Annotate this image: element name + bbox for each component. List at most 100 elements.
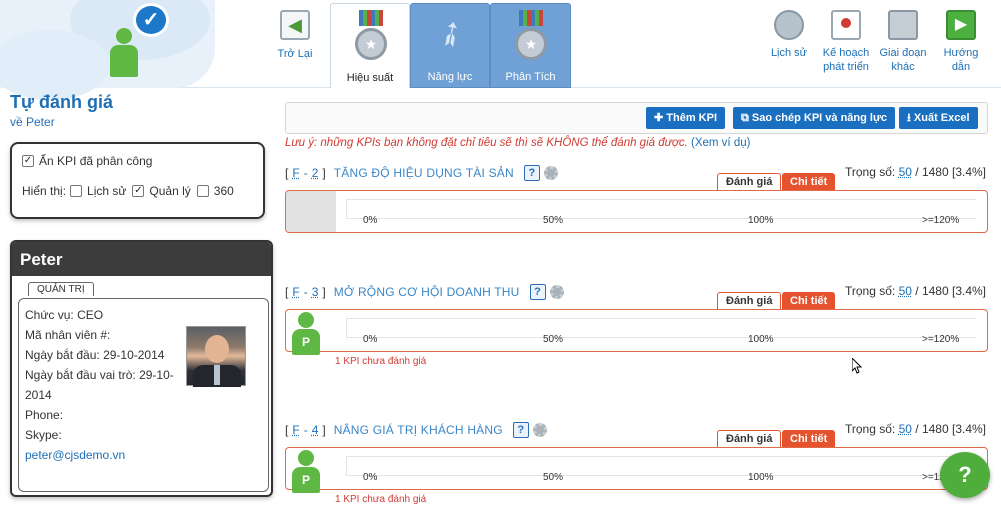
development-plan-button[interactable]: Kế hoạch phát triển (818, 10, 874, 74)
progress-scale (346, 456, 976, 476)
example-link[interactable]: (Xem ví dụ) (691, 137, 750, 149)
copy-kpi-button[interactable]: ⧉ Sao chép KPI và năng lực (733, 107, 896, 129)
history-label: Lịch sử (770, 47, 808, 59)
kpi-note: Lưu ý: những KPIs bạn không đặt chỉ tiêu… (285, 137, 750, 149)
tick-label: >=120% (922, 215, 960, 226)
guide-label: Hướng dẫn (943, 47, 979, 73)
kpi-name[interactable]: MỞ RỘNG CƠ HỘI DOANH THU (334, 285, 520, 299)
medal-icon: ★ (515, 10, 547, 60)
phone-label: Phone: (25, 408, 64, 422)
360-checkbox[interactable] (196, 185, 209, 197)
start-date-label: Ngày bắt đầu: (25, 348, 100, 362)
export-excel-button[interactable]: ⭳ Xuất Excel (899, 107, 978, 129)
kpi-progress-box: 0% 50% 100% >=120% (285, 190, 988, 233)
logo-cloud: ✓ (0, 0, 215, 100)
help-icon[interactable]: ? (529, 284, 546, 300)
360-option[interactable]: 360 (196, 184, 234, 198)
kpi-code-prefix: F (292, 285, 300, 299)
kpi-name[interactable]: NÂNG GIÁ TRỊ KHÁCH HÀNG (334, 423, 503, 437)
weight-value[interactable]: 50 (899, 422, 912, 436)
tick-label: 0% (363, 215, 378, 226)
note-text: Lưu ý: những KPIs bạn không đặt chỉ tiêu… (285, 137, 688, 149)
tab-detail[interactable]: Chi tiết (782, 292, 836, 310)
kpi-weight: Trọng số: 50 / 1480 [3.4%] (845, 284, 986, 298)
tab-capability[interactable]: ➶ Năng lực (410, 3, 490, 88)
kpi-weight: Trọng số: 50 / 1480 [3.4%] (845, 165, 986, 179)
medal-icon: ★ (355, 10, 387, 60)
help-chat-button[interactable]: ? (940, 452, 990, 498)
kpi-progress-box: P 0% 50% 100% >=120% (285, 309, 988, 355)
tab-detail[interactable]: Chi tiết (782, 173, 836, 191)
kpi-code[interactable]: [F -3] (285, 285, 326, 299)
tab-analysis-label: Phân Tích (505, 71, 556, 83)
export-excel-label: Xuất Excel (913, 112, 970, 124)
filter-box: ✓ Ẩn KPI đã phân công Hiển thị: Lịch sử … (10, 142, 265, 219)
display-options-row: Hiển thị: Lịch sử ✓ Quản lý 360 (22, 184, 253, 198)
manager-checkbox[interactable]: ✓ (132, 185, 145, 197)
help-icon[interactable]: ? (523, 165, 540, 181)
hide-assigned-kpi-row[interactable]: ✓ Ẩn KPI đã phân công (22, 154, 253, 168)
plan-icon (831, 10, 861, 40)
tab-detail[interactable]: Chi tiết (782, 430, 836, 448)
history-checkbox[interactable] (70, 185, 83, 197)
profile-name: Peter (12, 242, 271, 276)
pending-evaluation-text: 1 KPI chưa đánh giá (335, 494, 427, 505)
profile-details: Chức vụ: CEO Mã nhân viên #: Ngày bắt đầ… (18, 298, 269, 492)
checkmark-icon: ✓ (133, 3, 169, 37)
tab-evaluate[interactable]: Đánh giá (717, 292, 782, 310)
gear-icon[interactable] (543, 166, 558, 180)
history-button[interactable]: Lịch sử (761, 10, 817, 60)
page-subtitle: về Peter (10, 115, 55, 129)
other-period-label: Giai đoạn khác (879, 47, 927, 73)
tick-label: 100% (748, 215, 774, 226)
gear-icon[interactable] (532, 423, 547, 437)
hide-assigned-kpi-checkbox[interactable]: ✓ (22, 155, 34, 167)
cabinet-icon (888, 10, 918, 40)
self-avatar-icon[interactable]: P (290, 450, 322, 493)
kpi-code-number: 3 (311, 285, 319, 299)
email-link[interactable]: peter@cjsdemo.vn (25, 448, 125, 462)
weight-label: Trọng số: (844, 165, 896, 179)
self-avatar-icon[interactable]: P (290, 312, 322, 355)
help-icon[interactable]: ? (512, 422, 529, 438)
kpi-code-number: 4 (311, 423, 319, 437)
kpi-code-prefix: F (292, 423, 300, 437)
360-option-label: 360 (213, 184, 234, 198)
profile-tab-admin[interactable]: QUẢN TRỊ (28, 282, 94, 296)
add-kpi-button[interactable]: ✚ Thêm KPI (646, 107, 726, 129)
tick-label: 50% (543, 215, 564, 226)
play-icon: ▶ (946, 10, 976, 40)
back-arrow-icon: ◀ (280, 10, 310, 40)
kpi-code[interactable]: [F -4] (285, 423, 326, 437)
phone-row: Phone: (25, 405, 262, 425)
gear-icon[interactable] (549, 285, 564, 299)
cloud-shape (0, 30, 110, 100)
position-value: CEO (77, 308, 104, 322)
weight-label: Trọng số: (844, 284, 896, 298)
manager-option-label: Quản lý (149, 184, 191, 198)
tab-evaluate[interactable]: Đánh giá (717, 173, 782, 191)
tab-evaluate[interactable]: Đánh giá (717, 430, 782, 448)
kpi-name[interactable]: TĂNG ĐỘ HIỆU DỤNG TÀI SẢN (334, 166, 514, 180)
tab-analysis[interactable]: ★ Phân Tích (490, 3, 571, 88)
tab-performance[interactable]: ★ Hiệu suất (330, 3, 410, 88)
pending-evaluation-text: 1 KPI chưa đánh giá (335, 356, 427, 367)
progress-scale (346, 318, 976, 338)
kpi-code[interactable]: [F -2] (285, 166, 326, 180)
tick-label: 0% (363, 472, 378, 483)
position-label: Chức vụ: (25, 308, 74, 322)
weight-value[interactable]: 50 (899, 284, 912, 298)
weight-total: / 1480 [3.4%] (915, 284, 986, 298)
kpi-empty-avatar-slot (286, 191, 336, 232)
back-button[interactable]: ◀ Trở Lại (270, 10, 320, 80)
weight-value[interactable]: 50 (899, 165, 912, 179)
manager-option[interactable]: ✓ Quản lý (132, 184, 191, 198)
show-label: Hiển thị: (22, 184, 67, 198)
profile-photo (186, 326, 246, 387)
history-option[interactable]: Lịch sử (70, 184, 126, 198)
tab-capability-label: Năng lực (427, 71, 473, 83)
back-label: Trở Lại (277, 48, 313, 60)
tick-label: 50% (543, 334, 564, 345)
guide-button[interactable]: ▶ Hướng dẫn (933, 10, 989, 74)
other-period-button[interactable]: Giai đoạn khác (875, 10, 931, 74)
